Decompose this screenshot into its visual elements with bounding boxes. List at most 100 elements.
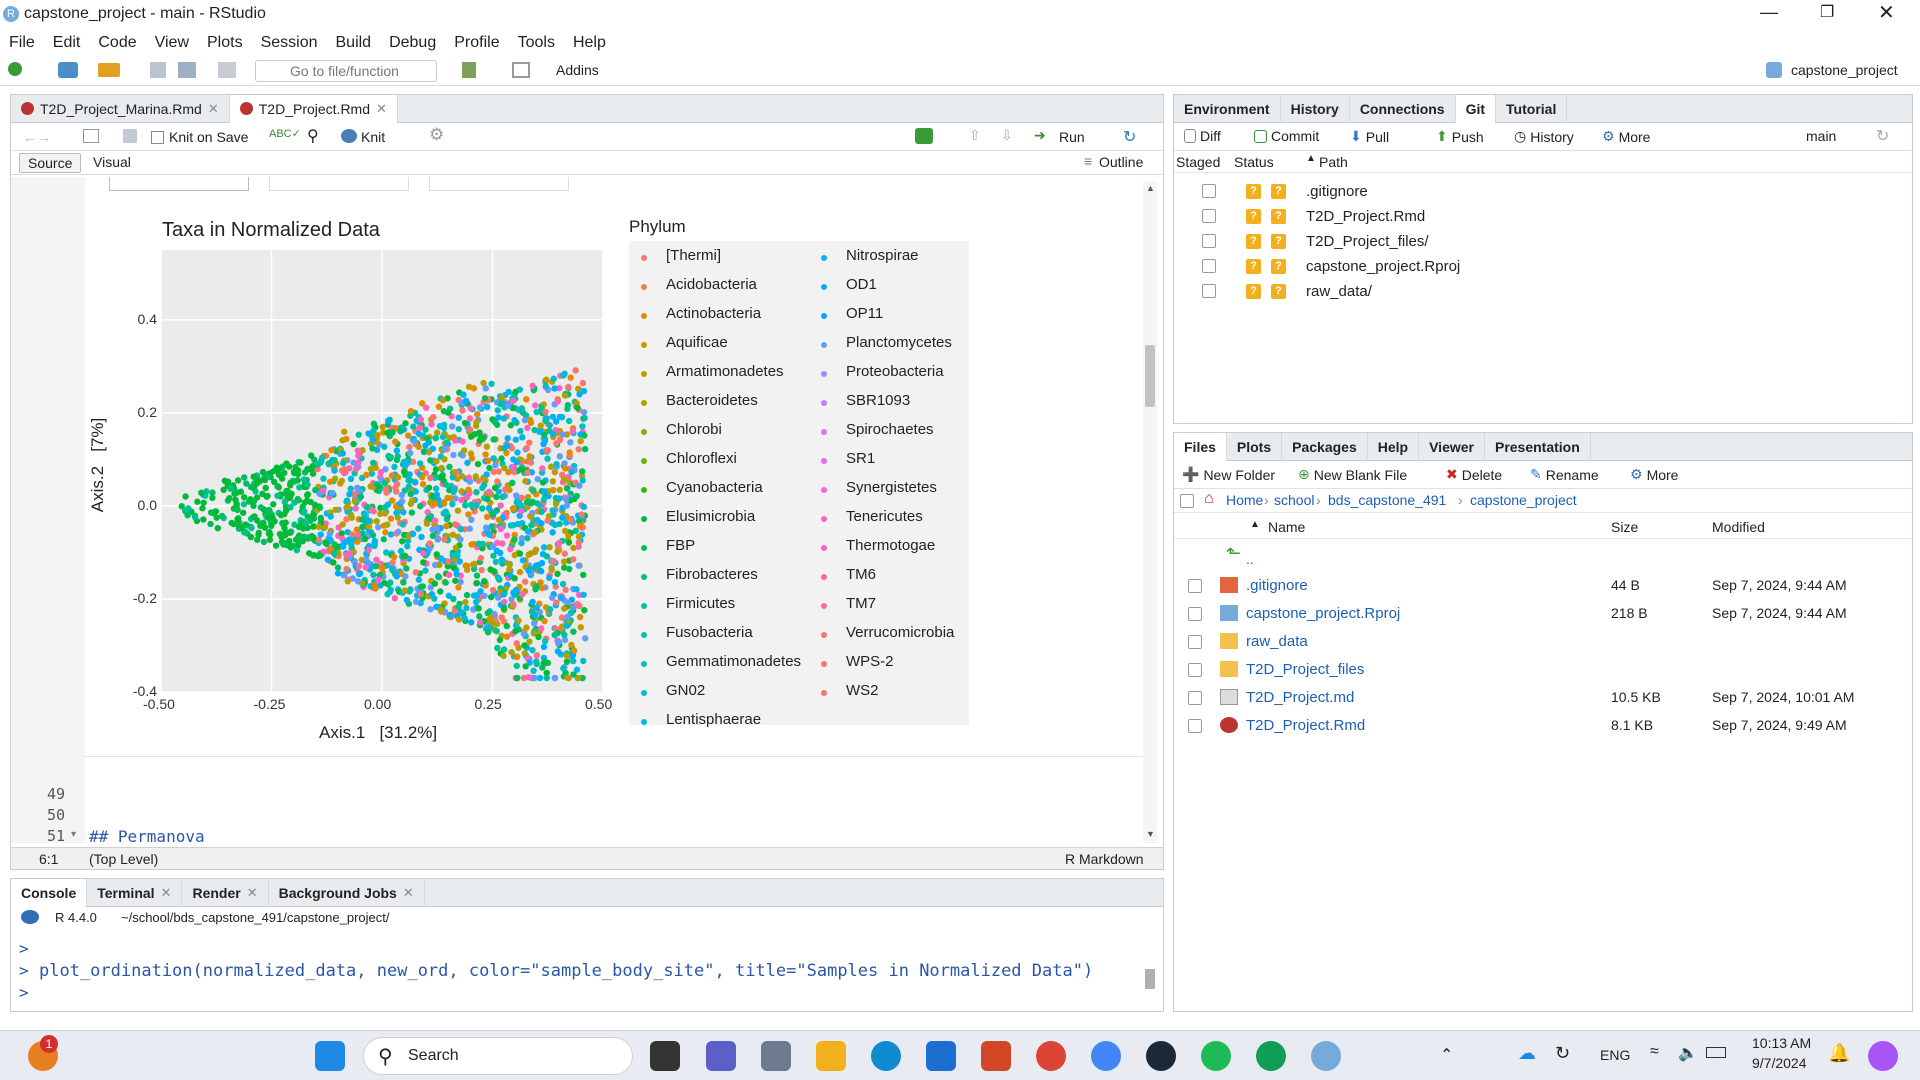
menu-file[interactable]: File <box>9 34 35 52</box>
tab-background-jobs[interactable]: Background Jobs ✕ <box>269 879 425 907</box>
rename-button[interactable]: ✎ Rename <box>1530 466 1599 483</box>
settings-icon[interactable] <box>761 1041 791 1071</box>
spotify-icon[interactable] <box>1201 1041 1231 1071</box>
more-button[interactable]: ⚙ More <box>1630 466 1678 483</box>
console-input-prompt[interactable]: > <box>19 983 29 1002</box>
rerun-icon[interactable]: ↻ <box>1123 127 1136 147</box>
tab-history[interactable]: History <box>1281 95 1350 123</box>
language-indicator[interactable]: ENG <box>1600 1047 1630 1063</box>
menu-edit[interactable]: Edit <box>53 34 81 52</box>
open-file-icon[interactable] <box>98 63 120 77</box>
breadcrumb-project[interactable]: capstone_project <box>1470 492 1577 508</box>
save-icon[interactable] <box>123 129 137 143</box>
menu-plots[interactable]: Plots <box>207 34 243 52</box>
show-in-window-icon[interactable] <box>83 129 99 143</box>
staged-checkbox[interactable] <box>1202 259 1216 273</box>
file-name[interactable]: .gitignore <box>1246 577 1308 594</box>
source-mode-button[interactable]: Source <box>19 153 82 173</box>
teams-icon[interactable] <box>706 1041 736 1071</box>
spellcheck-icon[interactable]: ABC✓ <box>269 127 301 140</box>
steam-icon[interactable] <box>1146 1041 1176 1071</box>
goto-file-input[interactable]: Go to file/function <box>255 60 437 82</box>
breadcrumb-capstone[interactable]: bds_capstone_491 <box>1328 492 1446 508</box>
file-row[interactable]: T2D_Project.md 10.5 KB Sep 7, 2024, 10:0… <box>1174 685 1912 713</box>
clock-date[interactable]: 9/7/2024 <box>1752 1055 1807 1071</box>
file-row[interactable]: .gitignore 44 B Sep 7, 2024, 9:44 AM <box>1174 573 1912 601</box>
menu-tools[interactable]: Tools <box>518 34 555 52</box>
outline-button[interactable]: Outline <box>1099 154 1143 170</box>
up-arrow-icon[interactable]: ⇧ <box>969 127 981 144</box>
close-tab-icon[interactable]: ✕ <box>247 885 258 901</box>
history-button[interactable]: ◷ History <box>1514 128 1574 145</box>
file-name[interactable]: T2D_Project.Rmd <box>1246 717 1365 734</box>
column-modified[interactable]: Modified <box>1712 519 1765 535</box>
visual-mode-button[interactable]: Visual <box>93 154 131 170</box>
column-name[interactable]: Name <box>1268 519 1305 535</box>
tab-environment[interactable]: Environment <box>1174 95 1281 123</box>
new-blank-file-button[interactable]: ⊕ New Blank File <box>1298 466 1407 483</box>
pull-button[interactable]: ⬇ Pull <box>1350 128 1389 145</box>
file-checkbox[interactable] <box>1188 635 1202 649</box>
menu-view[interactable]: View <box>155 34 189 52</box>
taskbar-search-box[interactable]: ⚲ Search <box>363 1037 633 1075</box>
delete-button[interactable]: ✖ Delete <box>1446 466 1502 483</box>
file-row[interactable]: raw_data <box>1174 629 1912 657</box>
scroll-down-icon[interactable]: ▼ <box>1146 829 1155 839</box>
menu-help[interactable]: Help <box>573 34 606 52</box>
clock-time[interactable]: 10:13 AM <box>1752 1035 1811 1051</box>
file-checkbox[interactable] <box>1188 579 1202 593</box>
fold-arrow-icon[interactable]: ▾ <box>71 829 76 840</box>
menu-build[interactable]: Build <box>336 34 372 52</box>
file-checkbox[interactable] <box>1188 691 1202 705</box>
tab-terminal[interactable]: Terminal ✕ <box>87 879 183 907</box>
tab-t2d-project[interactable]: T2D_Project.Rmd ✕ <box>229 95 398 123</box>
scope-selector[interactable]: (Top Level) <box>89 851 158 867</box>
scroll-up-icon[interactable]: ▲ <box>1146 183 1155 193</box>
menu-debug[interactable]: Debug <box>389 34 436 52</box>
working-directory[interactable]: ~/school/bds_capstone_491/capstone_proje… <box>121 910 390 925</box>
copilot-icon[interactable] <box>1868 1041 1898 1071</box>
diff-button[interactable]: Diff <box>1184 128 1221 144</box>
tab-presentation[interactable]: Presentation <box>1485 433 1591 461</box>
windows-start-icon[interactable] <box>315 1041 345 1071</box>
new-file-icon[interactable] <box>8 62 22 76</box>
file-checkbox[interactable] <box>1188 663 1202 677</box>
outline-icon[interactable]: ≡ <box>1084 153 1092 169</box>
menu-profile[interactable]: Profile <box>454 34 499 52</box>
menu-session[interactable]: Session <box>261 34 318 52</box>
new-folder-button[interactable]: ➕ New Folder <box>1182 466 1275 483</box>
tab-tutorial[interactable]: Tutorial <box>1496 95 1568 123</box>
close-tab-icon[interactable]: ✕ <box>403 885 414 901</box>
notification-bell-icon[interactable]: 🔔 <box>1828 1043 1850 1064</box>
volume-icon[interactable]: 🔈 <box>1678 1043 1698 1063</box>
column-size[interactable]: Size <box>1611 519 1638 535</box>
staged-checkbox[interactable] <box>1202 209 1216 223</box>
commit-button[interactable]: Commit <box>1254 128 1319 144</box>
file-checkbox[interactable] <box>1188 719 1202 733</box>
tab-connections[interactable]: Connections <box>1350 95 1456 123</box>
task-view-icon[interactable] <box>650 1041 680 1071</box>
edge-icon[interactable] <box>871 1041 901 1071</box>
select-all-checkbox[interactable] <box>1180 494 1194 508</box>
staged-checkbox[interactable] <box>1202 234 1216 248</box>
knit-button[interactable]: Knit <box>361 129 385 145</box>
close-tab-icon[interactable]: ✕ <box>161 885 172 901</box>
grid-layout-icon[interactable] <box>512 62 530 78</box>
chrome-icon[interactable] <box>1036 1041 1066 1071</box>
git-file-row[interactable]: ? ? raw_data/ <box>1174 279 1912 304</box>
file-name[interactable]: T2D_Project_files <box>1246 661 1364 678</box>
print-icon[interactable] <box>218 62 236 78</box>
file-row[interactable]: T2D_Project.Rmd 8.1 KB Sep 7, 2024, 9:49… <box>1174 713 1912 741</box>
more-button[interactable]: ⚙ More <box>1602 128 1650 145</box>
staged-checkbox[interactable] <box>1202 184 1216 198</box>
gear-icon[interactable]: ⚙ <box>429 125 444 145</box>
console-scroll-thumb[interactable] <box>1145 969 1155 989</box>
maximize-button[interactable]: ❐ <box>1820 2 1834 22</box>
show-hidden-icons[interactable]: ⌃ <box>1440 1045 1453 1065</box>
file-checkbox[interactable] <box>1188 607 1202 621</box>
close-tab-icon[interactable]: ✕ <box>208 101 219 117</box>
back-arrow-icon[interactable]: ←→ <box>23 129 51 145</box>
home-icon[interactable]: ⌂ <box>1204 490 1214 508</box>
addins-menu[interactable]: Addins <box>556 62 599 78</box>
breadcrumb-school[interactable]: school <box>1274 492 1314 508</box>
